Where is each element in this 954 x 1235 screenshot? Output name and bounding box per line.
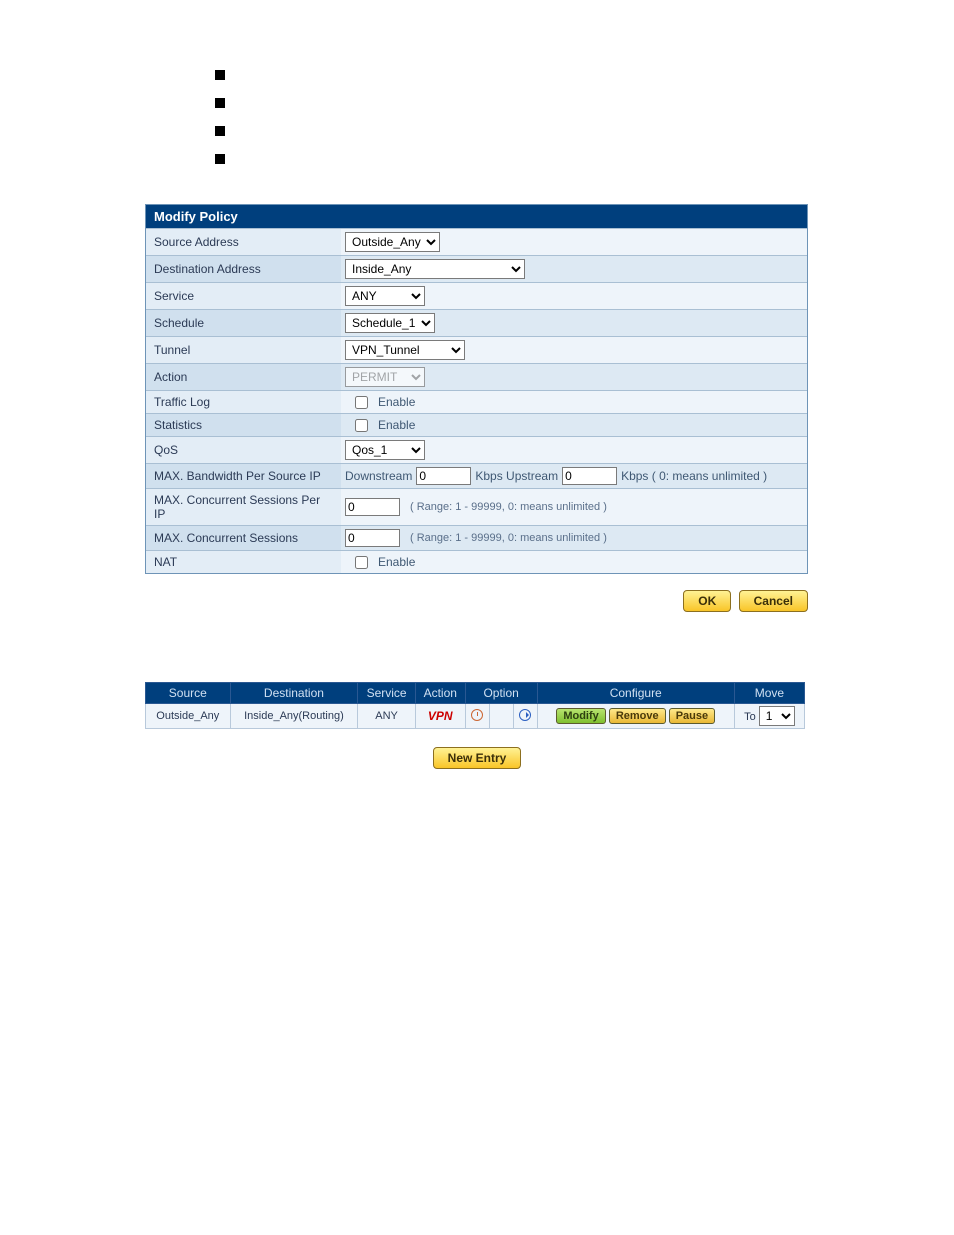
col-move: Move [734, 683, 804, 704]
max-sessions-per-ip-label: MAX. Concurrent Sessions Per IP [146, 489, 341, 525]
service-label: Service [146, 283, 341, 309]
source-address-label: Source Address [146, 229, 341, 255]
max-sessions-per-ip-input[interactable] [345, 498, 400, 516]
table-row: Outside_Any Inside_Any(Routing) ANY VPN … [146, 704, 805, 729]
bullet-icon [215, 98, 225, 108]
statistics-label: Statistics [146, 414, 341, 436]
service-select[interactable]: ANY [345, 286, 425, 306]
action-label: Action [146, 364, 341, 390]
upstream-input[interactable] [562, 467, 617, 485]
modify-button[interactable]: Modify [556, 708, 605, 724]
qos-label: QoS [146, 437, 341, 463]
bandwidth-hint: Kbps ( 0: means unlimited ) [621, 469, 767, 483]
nat-checkbox[interactable] [355, 556, 368, 569]
traffic-log-checkbox-label: Enable [378, 395, 415, 409]
col-destination: Destination [230, 683, 358, 704]
col-action: Action [415, 683, 465, 704]
nat-label: NAT [146, 551, 341, 573]
qos-select[interactable]: Qos_1 [345, 440, 425, 460]
bullet-icon [215, 154, 225, 164]
traffic-log-label: Traffic Log [146, 391, 341, 413]
cancel-button[interactable]: Cancel [739, 590, 808, 612]
new-entry-button[interactable]: New Entry [433, 747, 522, 769]
schedule-select[interactable]: Schedule_1 [345, 313, 435, 333]
action-select: PERMIT [345, 367, 425, 387]
bullet-icon [215, 70, 225, 80]
max-sessions-input[interactable] [345, 529, 400, 547]
refresh-icon [518, 709, 532, 723]
max-bandwidth-label: MAX. Bandwidth Per Source IP [146, 464, 341, 488]
col-service: Service [358, 683, 416, 704]
vpn-icon: VPN [428, 709, 453, 723]
statistics-checkbox-label: Enable [378, 418, 415, 432]
schedule-label: Schedule [146, 310, 341, 336]
nat-checkbox-label: Enable [378, 555, 415, 569]
statistics-checkbox[interactable] [355, 419, 368, 432]
modify-policy-panel: Modify Policy Source Address Outside_Any… [145, 204, 808, 574]
destination-address-select[interactable]: Inside_Any [345, 259, 525, 279]
policy-table: Source Destination Service Action Option… [145, 682, 805, 769]
upstream-label: Kbps Upstream [475, 469, 558, 483]
col-configure: Configure [537, 683, 734, 704]
pause-button[interactable]: Pause [669, 708, 715, 724]
downstream-input[interactable] [416, 467, 471, 485]
bullet-list [215, 70, 954, 164]
tunnel-label: Tunnel [146, 337, 341, 363]
cell-destination: Inside_Any(Routing) [230, 704, 358, 729]
col-option: Option [465, 683, 537, 704]
clock-icon [470, 709, 484, 723]
max-sessions-hint: ( Range: 1 - 99999, 0: means unlimited ) [410, 532, 607, 544]
downstream-label: Downstream [345, 469, 412, 483]
destination-address-label: Destination Address [146, 256, 341, 282]
source-address-select[interactable]: Outside_Any [345, 232, 440, 252]
panel-title: Modify Policy [146, 205, 807, 228]
max-sessions-per-ip-hint: ( Range: 1 - 99999, 0: means unlimited ) [410, 501, 607, 513]
bullet-icon [215, 126, 225, 136]
cell-service: ANY [358, 704, 416, 729]
col-source: Source [146, 683, 231, 704]
remove-button[interactable]: Remove [609, 708, 666, 724]
move-to-label: To [744, 711, 756, 723]
tunnel-select[interactable]: VPN_Tunnel [345, 340, 465, 360]
max-sessions-label: MAX. Concurrent Sessions [146, 526, 341, 550]
ok-button[interactable]: OK [683, 590, 731, 612]
move-to-select[interactable]: 1 [759, 706, 795, 726]
traffic-log-checkbox[interactable] [355, 396, 368, 409]
cell-source: Outside_Any [146, 704, 231, 729]
